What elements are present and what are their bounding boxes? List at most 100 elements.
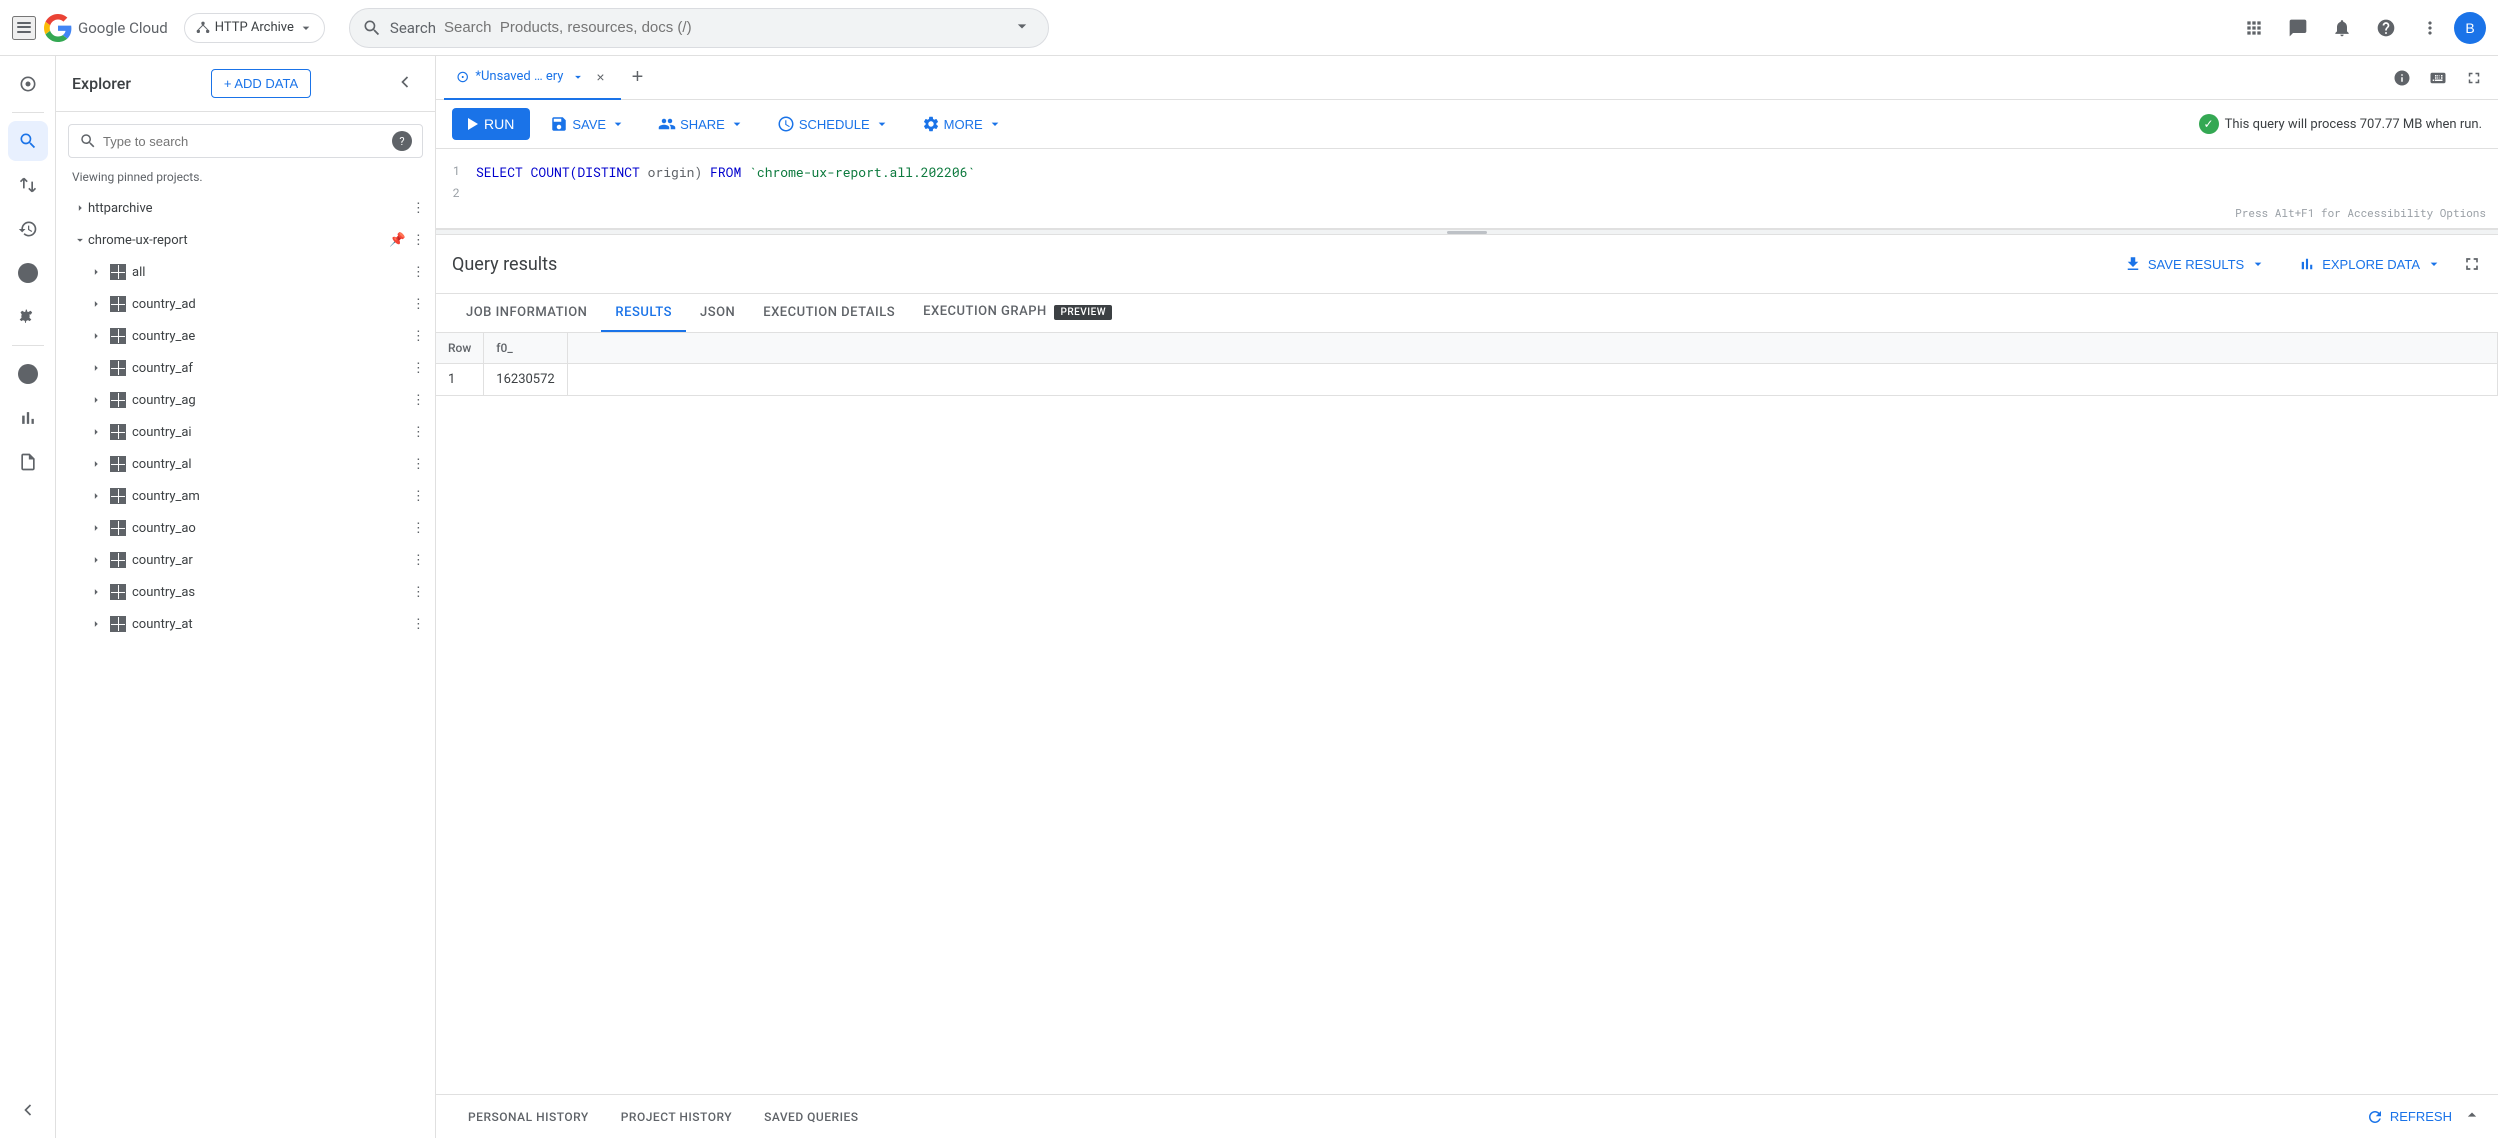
- tab-results[interactable]: RESULTS: [601, 295, 686, 332]
- expand-toggle-country_ai[interactable]: [88, 424, 104, 440]
- schedule-button[interactable]: SCHEDULE: [765, 108, 902, 140]
- collapse-history-button[interactable]: [2462, 1105, 2482, 1128]
- tab-job-information[interactable]: JOB INFORMATION: [452, 295, 601, 332]
- menu-country_al[interactable]: ⋮: [410, 454, 427, 474]
- tab-execution-graph[interactable]: EXECUTION GRAPH PREVIEW: [909, 294, 1126, 332]
- tree-item-country_ao[interactable]: country_ao ⋮: [56, 512, 435, 544]
- expand-toggle-country_ar[interactable]: [88, 552, 104, 568]
- search-dropdown-button[interactable]: [1008, 12, 1036, 43]
- notifications-button[interactable]: [2322, 8, 2362, 48]
- tree-item-country_ar[interactable]: country_ar ⋮: [56, 544, 435, 576]
- menu-country_ad[interactable]: ⋮: [410, 294, 427, 314]
- sidebar-pin-button[interactable]: [8, 64, 48, 104]
- menu-button[interactable]: [12, 16, 36, 40]
- httparchive-menu-button[interactable]: ⋮: [410, 198, 427, 218]
- sidebar-settings-button[interactable]: [8, 297, 48, 337]
- sidebar-collapse-button[interactable]: [8, 1090, 48, 1130]
- run-button[interactable]: RUN: [452, 108, 530, 140]
- menu-all[interactable]: ⋮: [410, 262, 427, 282]
- menu-country_ae[interactable]: ⋮: [410, 326, 427, 346]
- tab-expand-button[interactable]: [2458, 62, 2490, 94]
- history-tab-saved[interactable]: SAVED QUERIES: [748, 1095, 874, 1138]
- menu-country_ag[interactable]: ⋮: [410, 390, 427, 410]
- col-header-row: Row: [436, 333, 484, 364]
- global-search-bar[interactable]: Search: [349, 8, 1049, 48]
- project-selector[interactable]: HTTP Archive: [184, 13, 325, 43]
- sidebar-dot-button[interactable]: [8, 253, 48, 293]
- more-button[interactable]: MORE: [910, 108, 1015, 140]
- menu-country_ar[interactable]: ⋮: [410, 550, 427, 570]
- tab-keyboard-button[interactable]: [2422, 62, 2454, 94]
- sidebar-chart-button[interactable]: [8, 398, 48, 438]
- expand-toggle-country_al[interactable]: [88, 456, 104, 472]
- explore-data-button[interactable]: EXPLORE DATA: [2286, 247, 2454, 281]
- history-tab-project[interactable]: PROJECT HISTORY: [605, 1095, 748, 1138]
- expand-chrome-ux-toggle[interactable]: [72, 232, 88, 248]
- expand-collapse-button[interactable]: [2462, 254, 2482, 274]
- tab-json-label: JSON: [700, 305, 735, 320]
- new-tab-button[interactable]: +: [621, 62, 653, 94]
- tab-json[interactable]: JSON: [686, 295, 749, 332]
- tree-item-chrome-ux-report[interactable]: chrome-ux-report 📌 ⋮: [56, 224, 435, 256]
- code-editor[interactable]: 1 SELECT COUNT(DISTINCT origin) FROM `ch…: [436, 149, 2498, 229]
- tree-item-country_af[interactable]: country_af ⋮: [56, 352, 435, 384]
- expand-toggle-country_af[interactable]: [88, 360, 104, 376]
- menu-country_af[interactable]: ⋮: [410, 358, 427, 378]
- chrome-ux-menu-button[interactable]: ⋮: [410, 230, 427, 250]
- tree-item-country_ad[interactable]: country_ad ⋮: [56, 288, 435, 320]
- expand-httparchive-toggle[interactable]: [72, 200, 88, 216]
- history-tab-personal[interactable]: PERSONAL HISTORY: [452, 1095, 605, 1138]
- tree-item-country_al[interactable]: country_al ⋮: [56, 448, 435, 480]
- search-help-icon[interactable]: ?: [392, 131, 412, 151]
- chat-button[interactable]: [2278, 8, 2318, 48]
- tree-item-country_am[interactable]: country_am ⋮: [56, 480, 435, 512]
- expand-toggle-country_at[interactable]: [88, 616, 104, 632]
- tree-item-country_ae[interactable]: country_ae ⋮: [56, 320, 435, 352]
- label-country_ag: country_ag: [132, 393, 410, 408]
- tab-execution-details-label: EXECUTION DETAILS: [763, 305, 895, 320]
- expand-toggle-country_as[interactable]: [88, 584, 104, 600]
- expand-toggle-country_ao[interactable]: [88, 520, 104, 536]
- expand-toggle-country_am[interactable]: [88, 488, 104, 504]
- explorer-search-box[interactable]: ?: [68, 124, 423, 158]
- sidebar-dot2-button[interactable]: [8, 354, 48, 394]
- close-tab-button[interactable]: ×: [591, 68, 609, 86]
- tree-item-httparchive[interactable]: httparchive ⋮: [56, 192, 435, 224]
- menu-country_as[interactable]: ⋮: [410, 582, 427, 602]
- add-data-button[interactable]: + ADD DATA: [211, 69, 311, 98]
- tree-item-country_at[interactable]: country_at ⋮: [56, 608, 435, 640]
- expand-toggle-country_ae[interactable]: [88, 328, 104, 344]
- global-search-input[interactable]: [444, 19, 1008, 36]
- tab-execution-details[interactable]: EXECUTION DETAILS: [749, 295, 909, 332]
- more-options-button[interactable]: [2410, 8, 2450, 48]
- menu-country_ao[interactable]: ⋮: [410, 518, 427, 538]
- sidebar-history-button[interactable]: [8, 209, 48, 249]
- help-button[interactable]: [2366, 8, 2406, 48]
- tree-item-country_ag[interactable]: country_ag ⋮: [56, 384, 435, 416]
- share-button[interactable]: SHARE: [646, 108, 757, 140]
- apps-button[interactable]: [2234, 8, 2274, 48]
- tree-item-all[interactable]: all ⋮: [56, 256, 435, 288]
- save-button[interactable]: SAVE: [538, 108, 638, 140]
- expand-toggle-country_ad[interactable]: [88, 296, 104, 312]
- tab-info-button[interactable]: [2386, 62, 2418, 94]
- menu-country_at[interactable]: ⋮: [410, 614, 427, 634]
- schedule-icon: [777, 115, 795, 133]
- expand-toggle-all[interactable]: [88, 264, 104, 280]
- sidebar-search-button[interactable]: [8, 121, 48, 161]
- menu-country_am[interactable]: ⋮: [410, 486, 427, 506]
- explorer-search-input[interactable]: [103, 134, 392, 149]
- user-avatar-button[interactable]: B: [2454, 12, 2486, 44]
- expand-toggle-country_ag[interactable]: [88, 392, 104, 408]
- tree-item-country_ai[interactable]: country_ai ⋮: [56, 416, 435, 448]
- menu-country_ai[interactable]: ⋮: [410, 422, 427, 442]
- tree-item-country_as[interactable]: country_as ⋮: [56, 576, 435, 608]
- chrome-ux-pin-button[interactable]: 📌: [387, 230, 408, 250]
- query-tabs-bar: ⊙ *Unsaved … ery × +: [436, 56, 2498, 100]
- sidebar-doc-button[interactable]: [8, 442, 48, 482]
- query-tab-unsaved[interactable]: ⊙ *Unsaved … ery ×: [444, 56, 621, 100]
- save-results-button[interactable]: SAVE RESULTS: [2112, 247, 2278, 281]
- sidebar-transfer-button[interactable]: [8, 165, 48, 205]
- collapse-explorer-button[interactable]: [391, 68, 419, 99]
- refresh-button[interactable]: REFRESH: [2356, 1102, 2462, 1132]
